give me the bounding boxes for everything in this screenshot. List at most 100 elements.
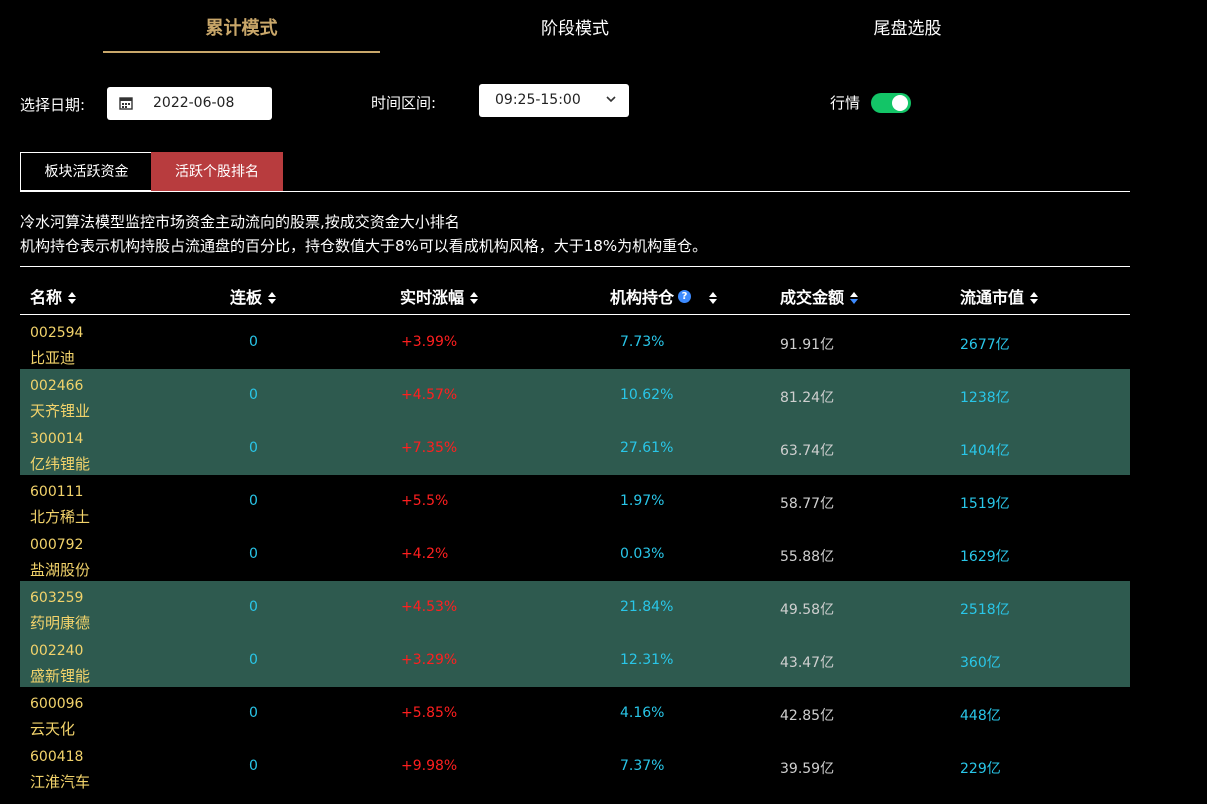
market-cap-value: 1404亿 (960, 443, 1010, 459)
market-cap-value: 1238亿 (960, 390, 1010, 406)
sort-icon (1030, 291, 1039, 304)
description-line-2: 机构持仓表示机构持股占流通盘的百分比，持仓数值大于8%可以看成机构风格，大于18… (20, 237, 708, 255)
table-row[interactable]: 600096 云天化 0 +5.85% 4.16% 42.85亿 448亿 (20, 687, 1130, 740)
stock-code[interactable]: 603259 (30, 590, 83, 606)
change-value: +5.5% (401, 493, 449, 509)
stock-code[interactable]: 002594 (30, 325, 83, 341)
table-row[interactable]: 600418 江淮汽车 0 +9.98% 7.37% 39.59亿 229亿 (20, 740, 1130, 793)
change-value: +3.29% (401, 652, 458, 668)
toggle-knob (892, 95, 908, 111)
table-row[interactable]: 600111 北方稀土 0 +5.5% 1.97% 58.77亿 1519亿 (20, 475, 1130, 528)
subtab-stock-ranking[interactable]: 活跃个股排名 (151, 152, 283, 191)
column-header-lianban[interactable]: 连板 (230, 284, 277, 308)
market-cap-value: 1519亿 (960, 496, 1010, 512)
divider (20, 191, 1130, 192)
stock-code[interactable]: 300014 (30, 431, 83, 447)
active-tab-underline (103, 51, 380, 53)
sort-icon (470, 291, 479, 304)
column-header-amount[interactable]: 成交金额 (780, 284, 859, 308)
divider (20, 314, 1130, 315)
sort-icon (709, 291, 718, 304)
date-picker[interactable]: 2022-06-08 (107, 87, 272, 120)
lianban-value: 0 (249, 652, 258, 668)
column-header-label: 名称 (30, 288, 63, 307)
tab-closing-pick[interactable]: 尾盘选股 (790, 14, 1025, 39)
lianban-value: 0 (249, 387, 258, 403)
stock-name[interactable]: 天齐锂业 (30, 400, 90, 421)
change-value: +4.57% (401, 387, 458, 403)
column-header-market-cap[interactable]: 流通市值 (960, 284, 1039, 308)
time-range-select[interactable]: 09:25-15:00 (479, 84, 629, 117)
amount-value: 39.59亿 (780, 761, 835, 777)
sort-desc-icon (850, 291, 859, 304)
market-cap-value: 360亿 (960, 655, 1001, 671)
lianban-value: 0 (249, 334, 258, 350)
stock-name[interactable]: 北方稀土 (30, 506, 90, 527)
stock-name[interactable]: 盐湖股份 (30, 559, 90, 580)
column-header-label: 流通市值 (960, 288, 1025, 307)
chevron-down-icon (606, 96, 616, 103)
market-cap-value: 448亿 (960, 708, 1001, 724)
tab-stage-mode[interactable]: 阶段模式 (460, 14, 690, 39)
amount-value: 63.74亿 (780, 443, 835, 459)
help-icon[interactable]: ? (678, 290, 692, 303)
sort-icon (268, 291, 277, 304)
column-header-change[interactable]: 实时涨幅 (400, 284, 479, 308)
table-row[interactable]: 002240 盛新锂能 0 +3.29% 12.31% 43.47亿 360亿 (20, 634, 1130, 687)
change-value: +3.99% (401, 334, 458, 350)
amount-value: 49.58亿 (780, 602, 835, 618)
stock-code[interactable]: 600096 (30, 696, 83, 712)
stock-name[interactable]: 比亚迪 (30, 347, 75, 368)
table-row[interactable]: 002594 比亚迪 0 +3.99% 7.73% 91.91亿 2677亿 (20, 316, 1130, 369)
table-row[interactable]: 300014 亿纬锂能 0 +7.35% 27.61% 63.74亿 1404亿 (20, 422, 1130, 475)
change-value: +9.98% (401, 758, 458, 774)
stock-code[interactable]: 002466 (30, 378, 83, 394)
market-cap-value: 1629亿 (960, 549, 1010, 565)
market-toggle[interactable] (871, 93, 911, 113)
date-label: 选择日期: (20, 96, 86, 114)
subtab-sector-funds[interactable]: 板块活跃资金 (20, 152, 152, 191)
column-header-institution[interactable]: 机构持仓? (610, 284, 718, 308)
table-row[interactable]: 000792 盐湖股份 0 +4.2% 0.03% 55.88亿 1629亿 (20, 528, 1130, 581)
institution-value: 7.37% (620, 758, 665, 774)
change-value: +5.85% (401, 705, 458, 721)
lianban-value: 0 (249, 705, 258, 721)
stock-name[interactable]: 江淮汽车 (30, 771, 90, 792)
institution-value: 12.31% (620, 652, 674, 668)
column-header-label: 实时涨幅 (400, 288, 465, 307)
lianban-value: 0 (249, 758, 258, 774)
stock-code[interactable]: 600111 (30, 484, 83, 500)
amount-value: 91.91亿 (780, 337, 835, 353)
amount-value: 55.88亿 (780, 549, 835, 565)
lianban-value: 0 (249, 440, 258, 456)
sort-icon (68, 291, 77, 304)
lianban-value: 0 (249, 493, 258, 509)
stock-name[interactable]: 盛新锂能 (30, 665, 90, 686)
column-header-name[interactable]: 名称 (30, 284, 77, 308)
market-cap-value: 2518亿 (960, 602, 1010, 618)
institution-value: 7.73% (620, 334, 665, 350)
calendar-icon (119, 97, 133, 110)
stock-code[interactable]: 000792 (30, 537, 83, 553)
divider (20, 266, 1130, 267)
institution-value: 4.16% (620, 705, 665, 721)
institution-value: 10.62% (620, 387, 674, 403)
description-line-1: 冷水河算法模型监控市场资金主动流向的股票,按成交资金大小排名 (20, 213, 460, 231)
lianban-value: 0 (249, 546, 258, 562)
stock-name[interactable]: 亿纬锂能 (30, 453, 90, 474)
stock-name[interactable]: 药明康德 (30, 612, 90, 633)
change-value: +4.53% (401, 599, 458, 615)
market-label: 行情 (830, 94, 861, 112)
time-range-value: 09:25-15:00 (495, 92, 581, 108)
lianban-value: 0 (249, 599, 258, 615)
table-row[interactable]: 002466 天齐锂业 0 +4.57% 10.62% 81.24亿 1238亿 (20, 369, 1130, 422)
table-row[interactable]: 603259 药明康德 0 +4.53% 21.84% 49.58亿 2518亿 (20, 581, 1130, 634)
amount-value: 58.77亿 (780, 496, 835, 512)
stock-name[interactable]: 云天化 (30, 718, 75, 739)
stock-code[interactable]: 002240 (30, 643, 83, 659)
stock-code[interactable]: 600418 (30, 749, 83, 765)
change-value: +7.35% (401, 440, 458, 456)
market-cap-value: 229亿 (960, 761, 1001, 777)
tab-cumulative-mode[interactable]: 累计模式 (103, 14, 380, 40)
amount-value: 42.85亿 (780, 708, 835, 724)
